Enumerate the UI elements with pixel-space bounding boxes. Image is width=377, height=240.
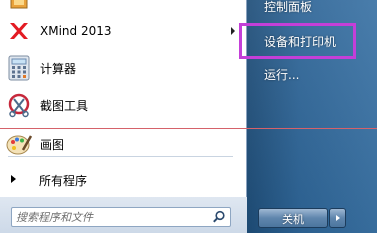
shutdown-label: 关机 (282, 213, 304, 226)
submenu-arrow-icon (231, 27, 235, 35)
run-label: 运行... (264, 68, 300, 82)
highlight-annotation (239, 23, 356, 59)
program-item-paint[interactable]: 画图 (0, 125, 245, 163)
search-icon[interactable] (212, 210, 226, 224)
program-label: 截图工具 (40, 98, 89, 113)
program-label: 画图 (40, 137, 65, 152)
all-programs-label: 所有程序 (39, 174, 88, 188)
control-panel-link[interactable]: 控制面板 (247, 0, 377, 18)
program-label: XMind 2013 (40, 24, 112, 38)
program-label: 计算器 (40, 61, 77, 76)
expand-arrow-icon (11, 175, 16, 183)
program-item-xmind[interactable]: XMind 2013 (0, 12, 245, 50)
xmind-icon (10, 23, 28, 39)
run-link[interactable]: 运行... (247, 62, 377, 86)
shutdown-options-button[interactable] (329, 208, 346, 228)
search-input[interactable] (16, 209, 206, 225)
shutdown-button[interactable]: 关机 (258, 208, 328, 228)
calculator-icon (8, 55, 30, 81)
program-item-calculator[interactable]: 计算器 (0, 49, 245, 87)
chevron-right-icon (336, 215, 340, 221)
control-panel-label: 控制面板 (264, 0, 313, 14)
snipping-tool-icon (8, 93, 30, 118)
search-box[interactable] (11, 207, 231, 227)
separator (8, 156, 233, 157)
paint-icon (6, 135, 33, 155)
program-item-snipping-tool[interactable]: 截图工具 (0, 86, 245, 124)
annotation-line (0, 128, 377, 129)
